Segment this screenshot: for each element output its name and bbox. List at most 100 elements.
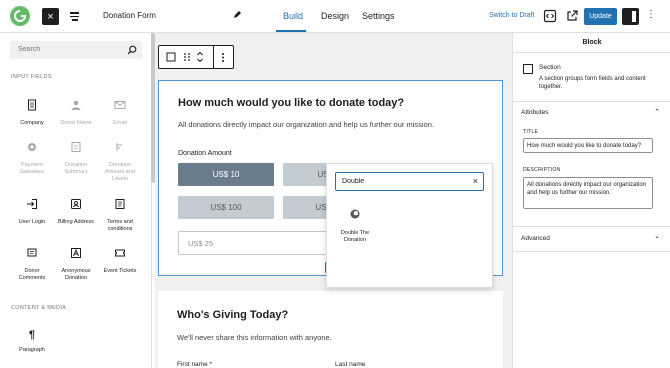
- block-anonymous-donation[interactable]: Anonymous Donation: [55, 247, 97, 282]
- block-donation-amount[interactable]: Donation Amount and Levels: [99, 141, 141, 183]
- block-label: Event Tickets: [103, 268, 137, 274]
- search-icon: [127, 45, 137, 55]
- title-field-input[interactable]: How much would you like to donate today?: [523, 138, 653, 153]
- block-event-tickets[interactable]: Event Tickets: [99, 247, 141, 275]
- switch-to-draft-link[interactable]: Switch to Draft: [489, 12, 535, 19]
- block-company[interactable]: Company: [11, 99, 53, 127]
- top-bar: × Donation Form Build Design Settings Sw…: [0, 0, 670, 33]
- clear-search-icon[interactable]: ×: [473, 176, 478, 186]
- block-search-input[interactable]: [18, 46, 118, 53]
- settings-panel-toggle-icon[interactable]: [622, 8, 639, 25]
- terms-icon: [115, 199, 125, 209]
- document-icon: [28, 99, 36, 111]
- more-options-icon[interactable]: ⋮: [646, 9, 656, 20]
- close-icon[interactable]: ×: [42, 8, 59, 25]
- paragraph-icon: ¶: [28, 329, 36, 341]
- divider: [513, 101, 670, 102]
- amount-icon: [116, 143, 122, 151]
- block-label: Company: [20, 120, 44, 126]
- block-donor-name[interactable]: Donor Name: [55, 99, 97, 127]
- section-label-content-media: CONTENT & MEDIA: [11, 305, 67, 311]
- block-donation-summary[interactable]: Donation Summary: [55, 141, 97, 176]
- double-the-donation-icon: [350, 209, 360, 219]
- inserter-result-label: Double The Donation: [340, 230, 370, 243]
- block-paragraph[interactable]: ¶ Paragraph: [11, 329, 53, 354]
- list-view-icon[interactable]: [66, 8, 83, 25]
- block-type-icon[interactable]: [166, 52, 176, 62]
- block-terms[interactable]: Terms and conditions: [99, 198, 141, 233]
- panel-tab-block[interactable]: Block: [513, 33, 670, 53]
- givewp-logo-icon[interactable]: [10, 6, 30, 26]
- inserter-search[interactable]: ×: [335, 172, 484, 191]
- editor-canvas: How much would you like to donate today?…: [155, 33, 512, 368]
- section-block-icon: [523, 64, 533, 74]
- drag-handle-icon[interactable]: [183, 52, 191, 62]
- quick-inserter-popover: × Double The Donation: [326, 163, 493, 288]
- block-label: Donation Summary: [64, 162, 88, 175]
- block-settings-panel: Block Section A section groups form fiel…: [512, 33, 670, 368]
- amount-option[interactable]: US$ 100: [178, 196, 274, 219]
- block-search[interactable]: [10, 41, 142, 59]
- last-name-label: Last name: [335, 361, 366, 368]
- section-title: How much would you like to donate today?: [178, 97, 405, 109]
- first-name-label: First name *: [177, 361, 213, 368]
- toolbar-divider: [213, 46, 214, 68]
- block-label: Donor Comments: [18, 268, 46, 281]
- billing-icon: [71, 199, 81, 209]
- external-link-icon[interactable]: [565, 9, 579, 23]
- description-field-textarea[interactable]: All donations directly impact our organi…: [523, 177, 653, 209]
- block-inserter-sidebar: INPUT FIELDS Company Donor Name Email Pa…: [0, 33, 152, 368]
- divider: [513, 251, 670, 252]
- section-block-donor-info[interactable]: Who's Giving Today? We'll never share th…: [158, 291, 503, 368]
- inserter-search-input[interactable]: [342, 178, 462, 185]
- login-icon: [27, 198, 38, 210]
- block-label: Donation Amount and Levels: [105, 162, 135, 182]
- block-donor-comments[interactable]: Donor Comments: [11, 247, 53, 282]
- block-billing-address[interactable]: Billing Address: [55, 198, 97, 226]
- inserter-result-double-the-donation[interactable]: Double The Donation: [333, 208, 377, 244]
- block-label: Anonymous Donation: [61, 268, 91, 281]
- divider: [513, 226, 670, 227]
- attributes-panel-toggle[interactable]: Attributes: [521, 109, 548, 116]
- amount-option[interactable]: US$ 10: [178, 163, 274, 186]
- section-label-input-fields: INPUT FIELDS: [11, 74, 52, 80]
- chevron-up-icon[interactable]: ⌃: [654, 108, 660, 116]
- block-label: Billing Address: [57, 219, 95, 225]
- block-label: Paragraph: [19, 347, 45, 353]
- block-label: Email: [113, 120, 127, 126]
- summary-icon: [71, 142, 81, 152]
- tab-settings[interactable]: Settings: [362, 11, 395, 21]
- block-label: User Login: [18, 219, 46, 225]
- advanced-panel-toggle[interactable]: Advanced: [521, 235, 550, 242]
- envelope-icon: [114, 101, 126, 109]
- block-label: Donor Name: [60, 120, 92, 126]
- block-card-title: Section: [539, 64, 561, 71]
- description-field-label: DESCRIPTION: [523, 167, 561, 173]
- tab-build[interactable]: Build: [283, 11, 303, 21]
- block-payment-gateways[interactable]: Payment Gateways: [11, 141, 53, 176]
- block-label: Payment Gateways: [19, 162, 45, 175]
- block-email[interactable]: Email: [99, 99, 141, 127]
- block-user-login[interactable]: User Login: [11, 198, 53, 226]
- tab-design[interactable]: Design: [321, 11, 349, 21]
- block-options-icon[interactable]: [221, 52, 225, 63]
- person-icon: [71, 100, 81, 110]
- tab-build-underline: [276, 30, 306, 32]
- block-label: Terms and conditions: [107, 219, 133, 232]
- block-card-description: A section groups form fields and content…: [539, 76, 646, 90]
- update-button[interactable]: Update: [584, 8, 617, 25]
- pencil-icon[interactable]: [232, 10, 242, 20]
- chevron-down-icon[interactable]: ⌄: [654, 232, 660, 240]
- block-toolbar: [158, 45, 234, 69]
- code-icon[interactable]: [543, 9, 557, 23]
- ticket-icon: [115, 249, 125, 257]
- section-description: We'll never share this information with …: [177, 333, 332, 342]
- move-up-down-icon[interactable]: [196, 51, 204, 63]
- gateway-icon: [28, 143, 36, 151]
- anonymous-icon: [71, 248, 81, 258]
- form-title[interactable]: Donation Form: [103, 11, 156, 20]
- section-description: All donations directly impact our organi…: [178, 120, 434, 129]
- title-field-label: TITLE: [523, 129, 539, 135]
- comment-icon: [27, 248, 37, 257]
- donation-amount-label: Donation Amount: [178, 150, 232, 157]
